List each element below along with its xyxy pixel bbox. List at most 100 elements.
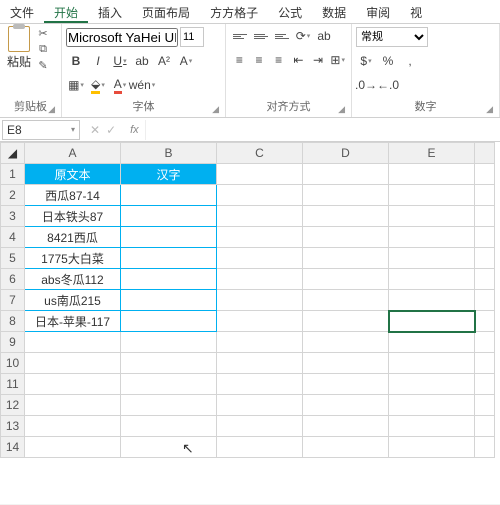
active-cell[interactable] [389,311,475,332]
row-header[interactable]: 7 [1,290,25,311]
cell[interactable] [217,227,303,248]
indent-inc-button[interactable]: ⇥ [309,50,328,70]
row-header[interactable]: 9 [1,332,25,353]
cell[interactable] [475,185,495,206]
align-right-button[interactable]: ≡ [269,50,288,70]
cell[interactable] [121,248,217,269]
font-grow-button[interactable]: A [176,51,196,71]
strike-button[interactable]: ab [132,51,152,71]
tab-insert[interactable]: 插入 [88,0,132,23]
cell[interactable] [389,374,475,395]
fill-color-button[interactable]: ⬙ [88,75,108,95]
cell[interactable] [475,353,495,374]
cell[interactable] [303,353,389,374]
cell[interactable] [389,227,475,248]
cell[interactable] [25,416,121,437]
col-header[interactable]: B [121,143,217,164]
cell[interactable]: 原文本 [25,164,121,185]
decrease-decimal-button[interactable]: ←.0 [378,75,398,95]
row-header[interactable]: 10 [1,353,25,374]
cell[interactable] [475,332,495,353]
cell[interactable] [121,332,217,353]
row-header[interactable]: 14 [1,437,25,458]
cell[interactable] [475,227,495,248]
row-header[interactable]: 3 [1,206,25,227]
cell[interactable]: abs冬瓜112 [25,269,121,290]
cell[interactable] [25,353,121,374]
paste-button[interactable]: 粘贴 [4,26,34,70]
accounting-button[interactable]: $ [356,51,376,71]
font-name-select[interactable] [66,28,178,47]
cell[interactable] [217,374,303,395]
tab-review[interactable]: 审阅 [356,0,400,23]
cell[interactable]: 1775大白菜 [25,248,121,269]
cell[interactable] [121,290,217,311]
increase-decimal-button[interactable]: .0→ [356,75,376,95]
cell[interactable] [475,437,495,458]
cell[interactable] [389,395,475,416]
cell[interactable] [389,416,475,437]
percent-button[interactable]: % [378,51,398,71]
italic-button[interactable]: I [88,51,108,71]
cell[interactable] [25,437,121,458]
cell[interactable] [217,164,303,185]
orientation-button[interactable]: ⟳ [293,26,313,46]
cell[interactable] [475,374,495,395]
cell[interactable] [303,206,389,227]
align-middle-button[interactable] [251,26,271,46]
cell[interactable] [121,395,217,416]
cell[interactable] [217,332,303,353]
cell[interactable]: 西瓜87-14 [25,185,121,206]
row-header[interactable]: 8 [1,311,25,332]
cell[interactable] [217,437,303,458]
cell[interactable] [475,164,495,185]
col-header[interactable] [475,143,495,164]
cell[interactable] [389,290,475,311]
fx-icon[interactable]: fx [124,124,145,136]
cell[interactable] [217,206,303,227]
tab-view[interactable]: 视 [400,0,432,23]
cell[interactable] [389,353,475,374]
tab-formula[interactable]: 公式 [268,0,312,23]
cell[interactable] [121,353,217,374]
cell[interactable] [217,185,303,206]
formula-input[interactable] [145,120,500,140]
cell[interactable] [389,248,475,269]
row-header[interactable]: 12 [1,395,25,416]
cancel-icon[interactable]: ✕ [90,123,100,137]
cell[interactable] [303,290,389,311]
cell[interactable] [475,269,495,290]
cell[interactable] [475,290,495,311]
cell[interactable] [389,206,475,227]
cell[interactable] [25,374,121,395]
confirm-icon[interactable]: ✓ [106,123,116,137]
row-header[interactable]: 13 [1,416,25,437]
cell[interactable] [217,416,303,437]
cell[interactable] [217,311,303,332]
worksheet[interactable]: ◢ A B C D E 1原文本汉字 2西瓜87-14 3日本铁头87 4842… [0,142,500,504]
bold-button[interactable]: B [66,51,86,71]
cell[interactable] [475,416,495,437]
cell[interactable] [217,290,303,311]
row-header[interactable]: 5 [1,248,25,269]
cell[interactable] [217,269,303,290]
merge-button[interactable]: ⊞ [328,50,347,70]
tab-fangfang[interactable]: 方方格子 [200,0,268,23]
align-left-button[interactable]: ≡ [230,50,249,70]
cell[interactable] [475,311,495,332]
row-header[interactable]: 4 [1,227,25,248]
cell[interactable] [303,227,389,248]
number-launcher-icon[interactable]: ◢ [486,104,493,115]
cell[interactable]: 日本-苹果-117 [25,311,121,332]
cell[interactable]: 8421西瓜 [25,227,121,248]
cell[interactable] [217,248,303,269]
cell[interactable] [389,269,475,290]
align-center-button[interactable]: ≡ [250,50,269,70]
name-box[interactable]: E8 [2,120,80,140]
cell[interactable] [389,332,475,353]
cell[interactable] [303,416,389,437]
number-format-select[interactable]: 常规 [356,27,428,47]
cell[interactable] [303,437,389,458]
row-header[interactable]: 1 [1,164,25,185]
col-header[interactable]: D [303,143,389,164]
